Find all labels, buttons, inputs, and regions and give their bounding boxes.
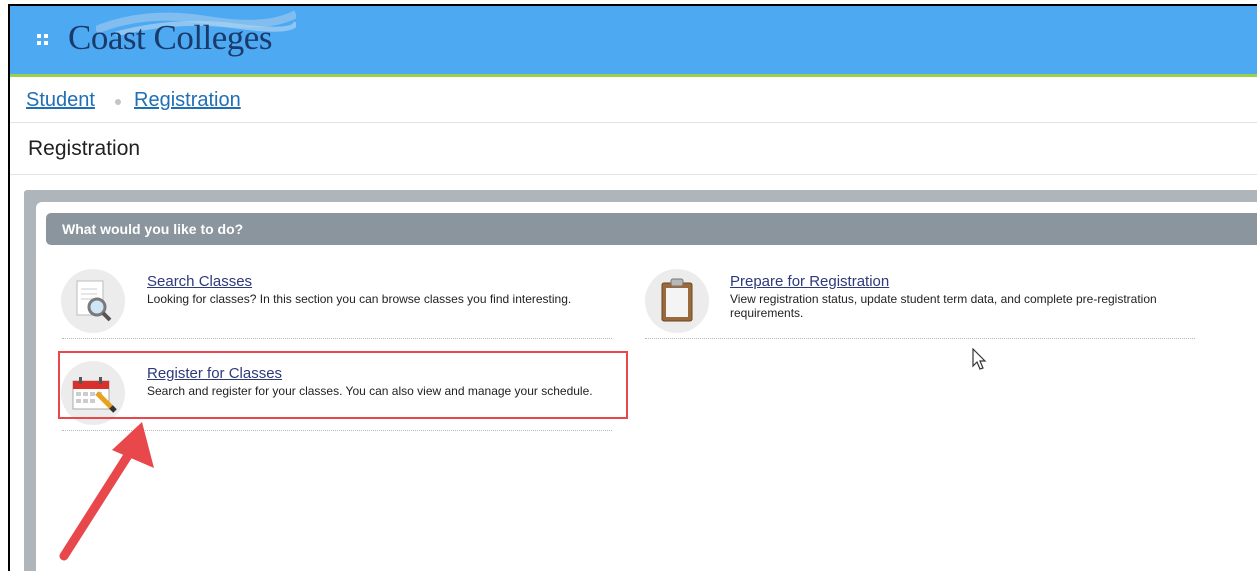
annotation-highlight-box [58,351,628,419]
search-classes-description: Looking for classes? In this section you… [147,292,572,306]
divider [645,338,1195,339]
clipboard-icon [661,278,693,322]
magnifier-document-icon [76,280,112,322]
search-classes-icon[interactable] [61,269,125,333]
mouse-cursor-icon [972,348,987,370]
breadcrumb-registration[interactable]: Registration [134,89,241,112]
college-logo[interactable]: Coast Colleges [68,18,272,58]
top-banner: Coast Colleges [10,6,1257,77]
annotation-arrow-icon [59,422,154,561]
panel-header: What would you like to do? [46,213,1257,245]
breadcrumb-separator [115,99,121,105]
page-title: Registration [28,137,141,160]
divider [62,338,612,339]
prepare-registration-description: View registration status, update student… [730,292,1157,320]
panel-header-text: What would you like to do? [62,221,244,237]
browser-frame: Coast Colleges Student Registration Regi… [8,4,1257,571]
app-grid-icon[interactable] [37,34,49,46]
prepare-registration-icon[interactable] [645,269,709,333]
breadcrumb: Student Registration [10,77,1257,123]
breadcrumb-student[interactable]: Student [26,89,95,112]
title-bar: Registration [10,123,1257,175]
search-classes-link[interactable]: Search Classes [147,273,252,290]
prepare-registration-link[interactable]: Prepare for Registration [730,273,889,290]
